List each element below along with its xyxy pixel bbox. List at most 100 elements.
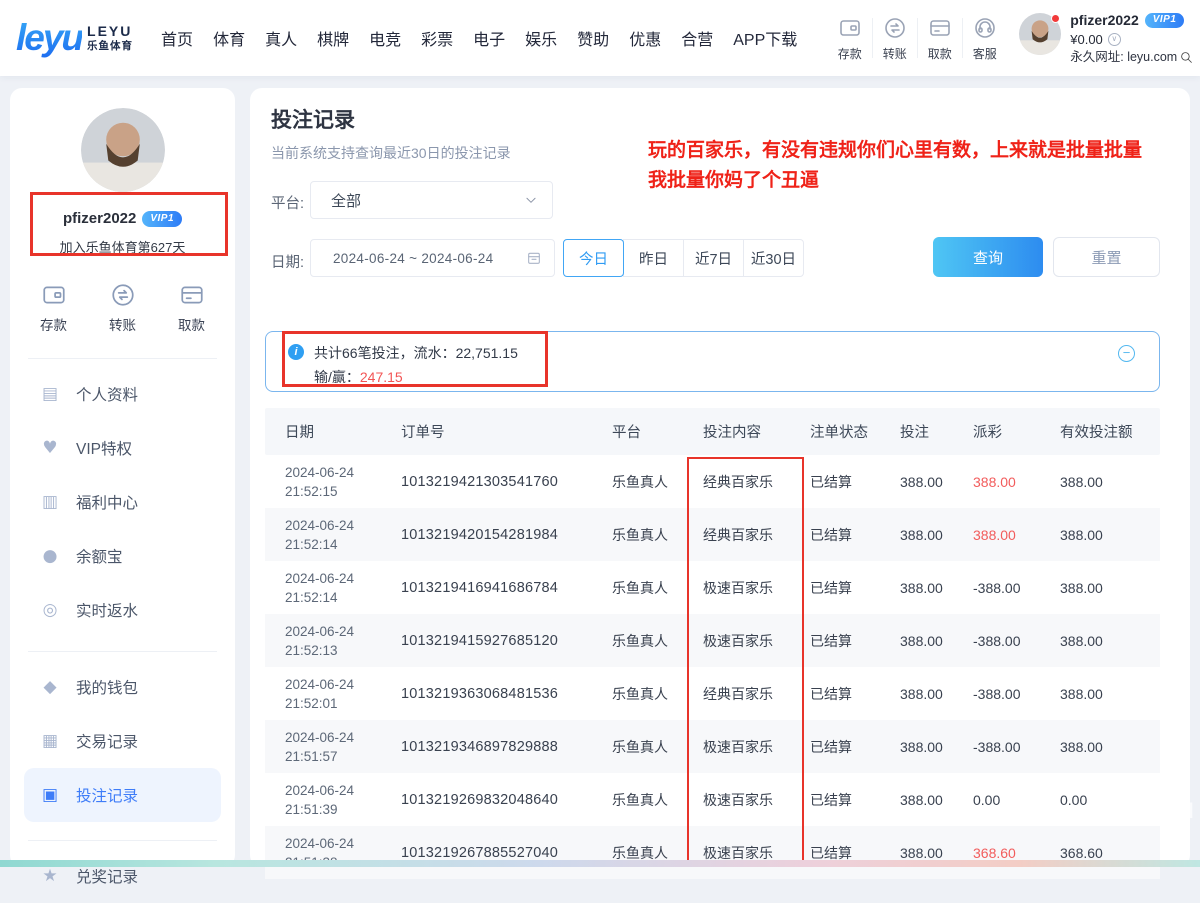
cell-bet-content: 经典百家乐 — [703, 472, 810, 492]
refresh-balance-icon[interactable]: ∨ — [1108, 33, 1121, 46]
sidebar-transfer-button[interactable]: 转账 — [109, 282, 136, 334]
cell-payout: 388.00 — [973, 474, 1060, 490]
date-tab[interactable]: 昨日 — [623, 239, 684, 277]
nav-item[interactable]: 赞助 — [577, 26, 609, 50]
logo-wordmark: leyu — [16, 17, 82, 59]
cell-valid-amount: 388.00 — [1060, 474, 1160, 490]
cell-order-number: 1013219415927685120 — [401, 633, 612, 649]
menu-item-icon: ▥ — [40, 492, 60, 512]
main-nav: 首页体育真人棋牌电竞彩票电子娱乐赞助优惠合营 APP下载 — [161, 26, 797, 50]
sidebar-withdraw-button[interactable]: 取款 — [178, 282, 205, 334]
sidebar-menu-item[interactable]: ♥ VIP特权 — [24, 421, 221, 475]
cell-bet-amount: 388.00 — [900, 739, 973, 755]
permanent-url: 永久网址: leyu.com — [1070, 51, 1177, 64]
summary-box: i 共计66笔投注，流水：22,751.15 输/赢：247.15 − — [265, 331, 1160, 392]
cell-bet-content: 经典百家乐 — [703, 684, 810, 704]
transfer-button[interactable]: 转账 — [872, 14, 917, 62]
leyu-logo[interactable]: leyu LEYU 乐鱼体育 — [16, 17, 133, 59]
nav-item[interactable]: 电竞 — [369, 26, 401, 50]
query-button[interactable]: 查询 — [933, 237, 1043, 277]
cell-datetime: 2024-06-24 21:52:13 — [285, 622, 401, 660]
cell-status: 已结算 — [810, 737, 900, 757]
cell-order-number: 1013219267885527040 — [401, 845, 612, 861]
transfer-icon — [110, 282, 136, 308]
cell-bet-amount: 388.00 — [900, 845, 973, 861]
nav-item[interactable]: 优惠 — [629, 26, 661, 50]
avatar[interactable] — [1019, 13, 1061, 55]
sidebar: pfizer2022 VIP1 加入乐鱼体育第627天 存款 转账 取款 ▤ 个… — [10, 88, 235, 867]
nav-item[interactable]: 棋牌 — [317, 26, 349, 50]
menu-item-icon: ▦ — [40, 731, 60, 751]
cell-valid-amount: 388.00 — [1060, 633, 1160, 649]
summary-winloss: 输/赢：247.15 — [314, 367, 403, 387]
collapse-icon[interactable]: − — [1118, 345, 1135, 362]
sidebar-menu-item[interactable]: ◆ 我的钱包 — [24, 660, 221, 714]
menu-item-icon: ▤ — [40, 384, 60, 404]
cell-datetime: 2024-06-24 21:51:57 — [285, 728, 401, 766]
cell-valid-amount: 368.60 — [1060, 845, 1160, 861]
reset-button[interactable]: 重置 — [1053, 237, 1160, 277]
table-row: 2024-06-24 21:51:57 1013219346897829888 … — [265, 720, 1160, 773]
cell-bet-amount: 388.00 — [900, 580, 973, 596]
cell-bet-content: 极速百家乐 — [703, 631, 810, 651]
sidebar-menu-account: ▤ 个人资料 ♥ VIP特权 ▥ 福利中心 ● 余额宝 ◎ 实时返水 — [10, 359, 235, 637]
cell-bet-amount: 388.00 — [900, 527, 973, 543]
cell-order-number: 1013219363068481536 — [401, 686, 612, 702]
menu-item-label: 交易记录 — [76, 730, 138, 752]
sidebar-menu-item[interactable]: ▦ 交易记录 — [24, 714, 221, 768]
sidebar-menu-item[interactable]: ▣ 投注记录 — [24, 768, 221, 822]
cell-valid-amount: 388.00 — [1060, 580, 1160, 596]
table-body: 2024-06-24 21:52:15 1013219421303541760 … — [265, 455, 1160, 879]
table-header-cell: 注单状态 — [810, 421, 900, 442]
user-info: pfizer2022 VIP1 ¥0.00 ∨ 永久网址: leyu.com — [1070, 13, 1193, 64]
table-row: 2024-06-24 21:52:14 1013219420154281984 … — [265, 508, 1160, 561]
cell-status: 已结算 — [810, 684, 900, 704]
menu-item-label: 福利中心 — [76, 491, 138, 513]
profile-joined-days: 加入乐鱼体育第627天 — [10, 237, 235, 256]
withdraw-button[interactable]: 取款 — [917, 14, 962, 62]
sidebar-menu-item[interactable]: ◎ 实时返水 — [24, 583, 221, 637]
withdraw-icon — [179, 282, 205, 308]
sidebar-menu-item[interactable]: ▥ 福利中心 — [24, 475, 221, 529]
table-row: 2024-06-24 21:52:01 1013219363068481536 … — [265, 667, 1160, 720]
nav-item[interactable]: 真人 — [265, 26, 297, 50]
sidebar-menu-redeem: ★ 兑奖记录 — [10, 841, 235, 903]
platform-select[interactable]: 全部 — [310, 181, 553, 219]
nav-item[interactable]: 电子 — [473, 26, 505, 50]
nav-item[interactable]: APP下载 — [733, 26, 797, 50]
page-title: 投注记录 — [271, 104, 355, 134]
customer-service-button[interactable]: 客服 — [962, 14, 1007, 62]
cell-bet-content: 经典百家乐 — [703, 525, 810, 545]
date-tab[interactable]: 今日 — [563, 239, 624, 277]
cell-platform: 乐鱼真人 — [612, 578, 703, 598]
cell-platform: 乐鱼真人 — [612, 737, 703, 757]
nav-item[interactable]: 首页 — [161, 26, 193, 50]
table-row: 2024-06-24 21:51:38 1013219267885527040 … — [265, 826, 1160, 879]
cell-payout: -388.00 — [973, 580, 1060, 596]
magnifier-icon[interactable] — [1180, 51, 1193, 64]
profile-photo — [81, 108, 165, 192]
cell-platform: 乐鱼真人 — [612, 684, 703, 704]
cell-payout: 388.00 — [973, 527, 1060, 543]
sidebar-deposit-button[interactable]: 存款 — [40, 282, 67, 334]
nav-item[interactable]: 合营 — [681, 26, 713, 50]
withdraw-icon — [928, 16, 952, 40]
table-header-cell: 平台 — [612, 421, 703, 442]
date-tab[interactable]: 近30日 — [743, 239, 804, 277]
sidebar-menu-item[interactable]: ★ 兑奖记录 — [24, 849, 221, 903]
cell-order-number: 1013219421303541760 — [401, 474, 612, 490]
cell-platform: 乐鱼真人 — [612, 631, 703, 651]
sidebar-menu-item[interactable]: ● 余额宝 — [24, 529, 221, 583]
menu-item-label: 实时返水 — [76, 599, 138, 621]
nav-item[interactable]: 彩票 — [421, 26, 453, 50]
date-range-input[interactable]: 2024-06-24 ~ 2024-06-24 — [310, 239, 555, 277]
nav-item[interactable]: 体育 — [213, 26, 245, 50]
calendar-icon — [526, 250, 542, 266]
sidebar-menu-item[interactable]: ▤ 个人资料 — [24, 367, 221, 421]
date-tab[interactable]: 近7日 — [683, 239, 744, 277]
cell-payout: -388.00 — [973, 633, 1060, 649]
nav-item[interactable]: 娱乐 — [525, 26, 557, 50]
profile-avatar[interactable] — [81, 108, 165, 192]
deposit-button[interactable]: 存款 — [827, 14, 872, 62]
menu-item-label: VIP特权 — [76, 437, 132, 459]
